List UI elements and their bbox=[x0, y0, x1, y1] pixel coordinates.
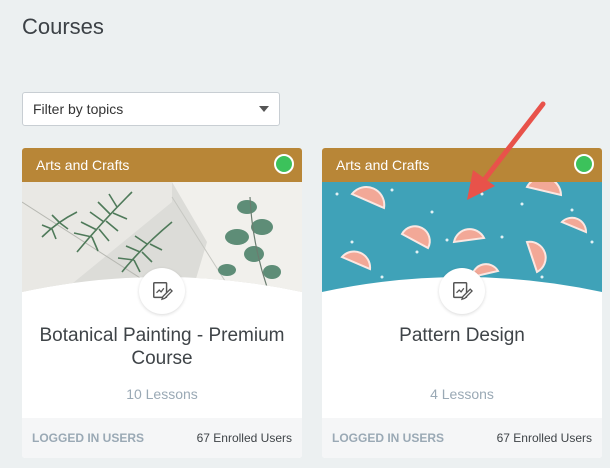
status-badge bbox=[274, 154, 294, 174]
chevron-down-icon bbox=[259, 106, 269, 112]
status-badge bbox=[574, 154, 594, 174]
access-level: LOGGED IN USERS bbox=[332, 431, 445, 445]
annotation-arrow-icon bbox=[467, 101, 546, 200]
course-card[interactable]: Arts and Crafts bbox=[22, 148, 302, 458]
course-title[interactable]: Botanical Painting - Premium Course bbox=[32, 324, 292, 370]
edit-certificate-icon bbox=[439, 268, 485, 314]
course-footer: LOGGED IN USERS 67 Enrolled Users bbox=[322, 418, 602, 458]
lesson-count: 4 Lessons bbox=[430, 386, 494, 402]
course-title[interactable]: Pattern Design bbox=[332, 324, 592, 347]
course-category: Arts and Crafts bbox=[336, 157, 430, 173]
access-level: LOGGED IN USERS bbox=[32, 431, 145, 445]
enrolled-count: 67 Enrolled Users bbox=[496, 431, 592, 445]
enrolled-count: 67 Enrolled Users bbox=[196, 431, 292, 445]
course-footer: LOGGED IN USERS 67 Enrolled Users bbox=[22, 418, 302, 458]
edit-certificate-icon bbox=[139, 268, 185, 314]
lesson-count: 10 Lessons bbox=[126, 386, 198, 402]
course-category: Arts and Crafts bbox=[36, 157, 130, 173]
course-category-header: Arts and Crafts bbox=[22, 148, 302, 182]
topic-filter-label: Filter by topics bbox=[33, 101, 124, 117]
page-title: Courses bbox=[22, 14, 104, 39]
topic-filter-select[interactable]: Filter by topics bbox=[22, 92, 280, 126]
